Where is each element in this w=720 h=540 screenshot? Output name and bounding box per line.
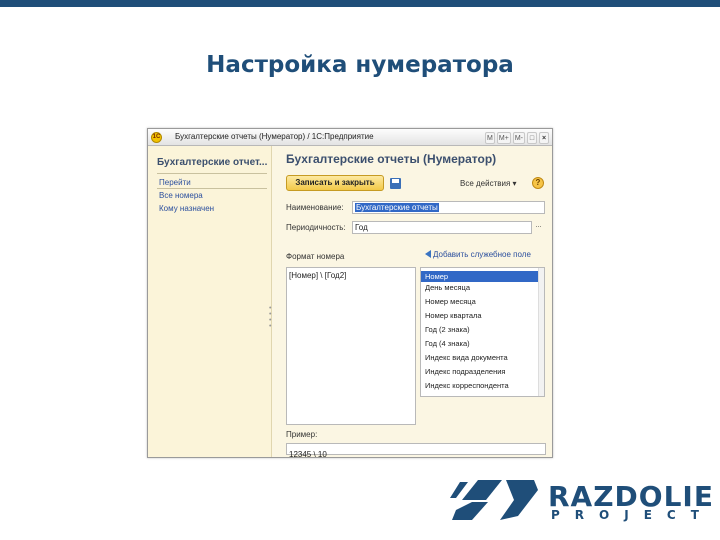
list-item[interactable]: Номер — [421, 271, 544, 282]
form-title: Бухгалтерские отчеты (Нумератор) — [286, 152, 497, 166]
memory-subtract-button[interactable]: M- — [512, 131, 525, 144]
name-field-value: Бухгалтерские отчеты — [355, 203, 439, 212]
razdolie-logo-icon — [450, 480, 538, 520]
number-format-value: [Номер] \ [Год2] — [289, 271, 347, 280]
period-field[interactable]: Год — [352, 221, 532, 234]
format-label: Формат номера — [286, 252, 345, 261]
sidebar-divider — [157, 173, 267, 174]
sidebar-heading: Бухгалтерские отчет... — [157, 157, 268, 168]
list-item[interactable]: Год (2 знака) — [421, 324, 544, 335]
app-window: 1С Бухгалтерские отчеты (Нумератор) / 1С… — [147, 128, 553, 459]
period-field-value: Год — [355, 223, 368, 232]
help-icon[interactable]: ? — [532, 177, 544, 189]
memory-button[interactable]: M — [484, 131, 495, 144]
list-item[interactable]: День месяца — [421, 282, 544, 293]
example-value: 12345 \ 10 — [289, 450, 327, 459]
panel-resize-handle[interactable]: • • • • — [269, 305, 273, 330]
sidebar-link-all-numbers[interactable]: Все номера — [159, 191, 203, 200]
example-field: 12345 \ 10 — [286, 443, 546, 459]
list-item[interactable]: Номер квартала — [421, 310, 544, 321]
sidebar-divider — [157, 188, 267, 189]
list-item[interactable]: Номер месяца — [421, 296, 544, 307]
name-label: Наименование: — [286, 203, 344, 212]
service-fields-list: Номер День месяца Номер месяца Номер ква… — [420, 267, 545, 397]
add-service-field-button[interactable]: Добавить служебное поле — [425, 250, 531, 259]
slide-title: Настройка нумератора — [206, 52, 514, 78]
app-icon[interactable]: 1С — [151, 132, 162, 143]
list-item[interactable]: Год (4 знака) — [421, 338, 544, 349]
list-item[interactable]: Индекс корреспондента — [421, 380, 544, 391]
logo-subtitle: PROJECT — [551, 508, 714, 522]
window-titlebar[interactable]: 1С Бухгалтерские отчеты (Нумератор) / 1С… — [148, 129, 552, 146]
save-icon[interactable] — [390, 178, 401, 189]
all-actions-menu[interactable]: Все действия ▾ — [460, 179, 517, 188]
top-accent-bar — [0, 0, 720, 7]
list-scrollbar[interactable] — [538, 268, 544, 396]
number-format-textarea[interactable]: [Номер] \ [Год2] — [286, 267, 416, 425]
navigation-panel: Бухгалтерские отчет... Перейти Все номер… — [148, 146, 272, 457]
example-label: Пример: — [286, 430, 318, 439]
name-field[interactable]: Бухгалтерские отчеты — [352, 201, 545, 214]
add-service-field-label: Добавить служебное поле — [433, 250, 531, 259]
titlebar-buttons: M M+ M- □ × — [484, 131, 549, 144]
list-item[interactable]: Индекс подразделения — [421, 366, 544, 377]
save-and-close-button[interactable]: Записать и закрыть — [286, 175, 384, 191]
period-label: Периодичность: — [286, 223, 346, 232]
window-title: Бухгалтерские отчеты (Нумератор) / 1С:Пр… — [175, 132, 374, 141]
memory-add-button[interactable]: M+ — [496, 131, 511, 144]
arrow-left-icon — [425, 250, 431, 258]
sidebar-link-assigned[interactable]: Кому назначен — [159, 204, 214, 213]
period-select-button[interactable]: ... — [532, 221, 545, 234]
close-button[interactable]: × — [539, 131, 549, 144]
form-area: Бухгалтерские отчеты (Нумератор) Записат… — [275, 146, 551, 459]
sidebar-link-go[interactable]: Перейти — [159, 178, 191, 187]
maximize-button[interactable]: □ — [527, 131, 537, 144]
list-item[interactable]: Индекс вида документа — [421, 352, 544, 363]
